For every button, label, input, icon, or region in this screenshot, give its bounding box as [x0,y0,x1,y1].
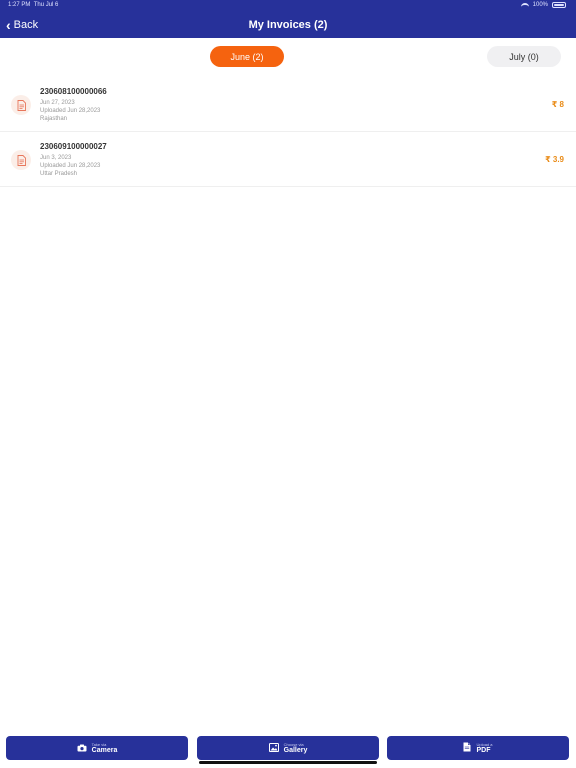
camera-icon [77,739,87,757]
app-header: 1:27 PM Thu Jul 6 100% ‹ Back My Invoice… [0,0,576,38]
invoice-amount: ₹ 8 [551,100,564,109]
wifi-icon [520,2,529,8]
pdf-button[interactable]: Upload a PDF [387,736,569,760]
invoice-state: Uttar Pradesh [40,171,78,177]
status-time: 1:27 PM Thu Jul 6 [8,2,58,8]
invoice-row[interactable]: 230608100000066 Jun 27, 2023 Uploaded Ju… [0,78,576,132]
pdf-button-text: Upload a PDF [476,742,492,754]
status-time-text: 1:27 PM [8,2,31,8]
tab-june[interactable]: June (2) [210,46,284,67]
gallery-button[interactable]: Choose via Gallery [197,736,379,760]
status-indicators: 100% [520,2,566,8]
home-indicator [199,761,377,764]
page-title: My Invoices (2) [248,19,328,31]
document-icon [11,150,31,170]
camera-button-text: Take via Camera [91,742,118,754]
invoice-amount: ₹ 3.9 [545,155,564,164]
gallery-icon [268,739,279,757]
battery-icon [552,2,566,8]
gallery-button-label: Gallery [283,746,308,754]
tab-july[interactable]: July (0) [487,46,561,67]
gallery-button-text: Choose via Gallery [283,742,308,754]
invoice-number: 230609100000027 [40,142,107,151]
camera-button[interactable]: Take via Camera [6,736,188,760]
invoice-date: Jun 3, 2023 [40,155,72,161]
invoice-number: 230608100000066 [40,87,107,96]
battery-percent: 100% [532,2,548,8]
status-bar: 1:27 PM Thu Jul 6 100% [0,0,576,10]
pdf-icon [463,739,471,757]
invoice-row[interactable]: 230609100000027 Jun 3, 2023 Uploaded Jun… [0,133,576,187]
invoice-date: Jun 27, 2023 [40,100,75,106]
invoice-uploaded: Uploaded Jun 28,2023 [40,108,101,114]
document-icon [11,95,31,115]
invoice-state: Rajasthan [40,116,68,122]
status-date-text: Thu Jul 6 [33,2,59,8]
pdf-button-label: PDF [476,746,491,754]
invoice-uploaded: Uploaded Jun 28,2023 [40,163,101,169]
camera-button-label: Camera [91,746,118,754]
